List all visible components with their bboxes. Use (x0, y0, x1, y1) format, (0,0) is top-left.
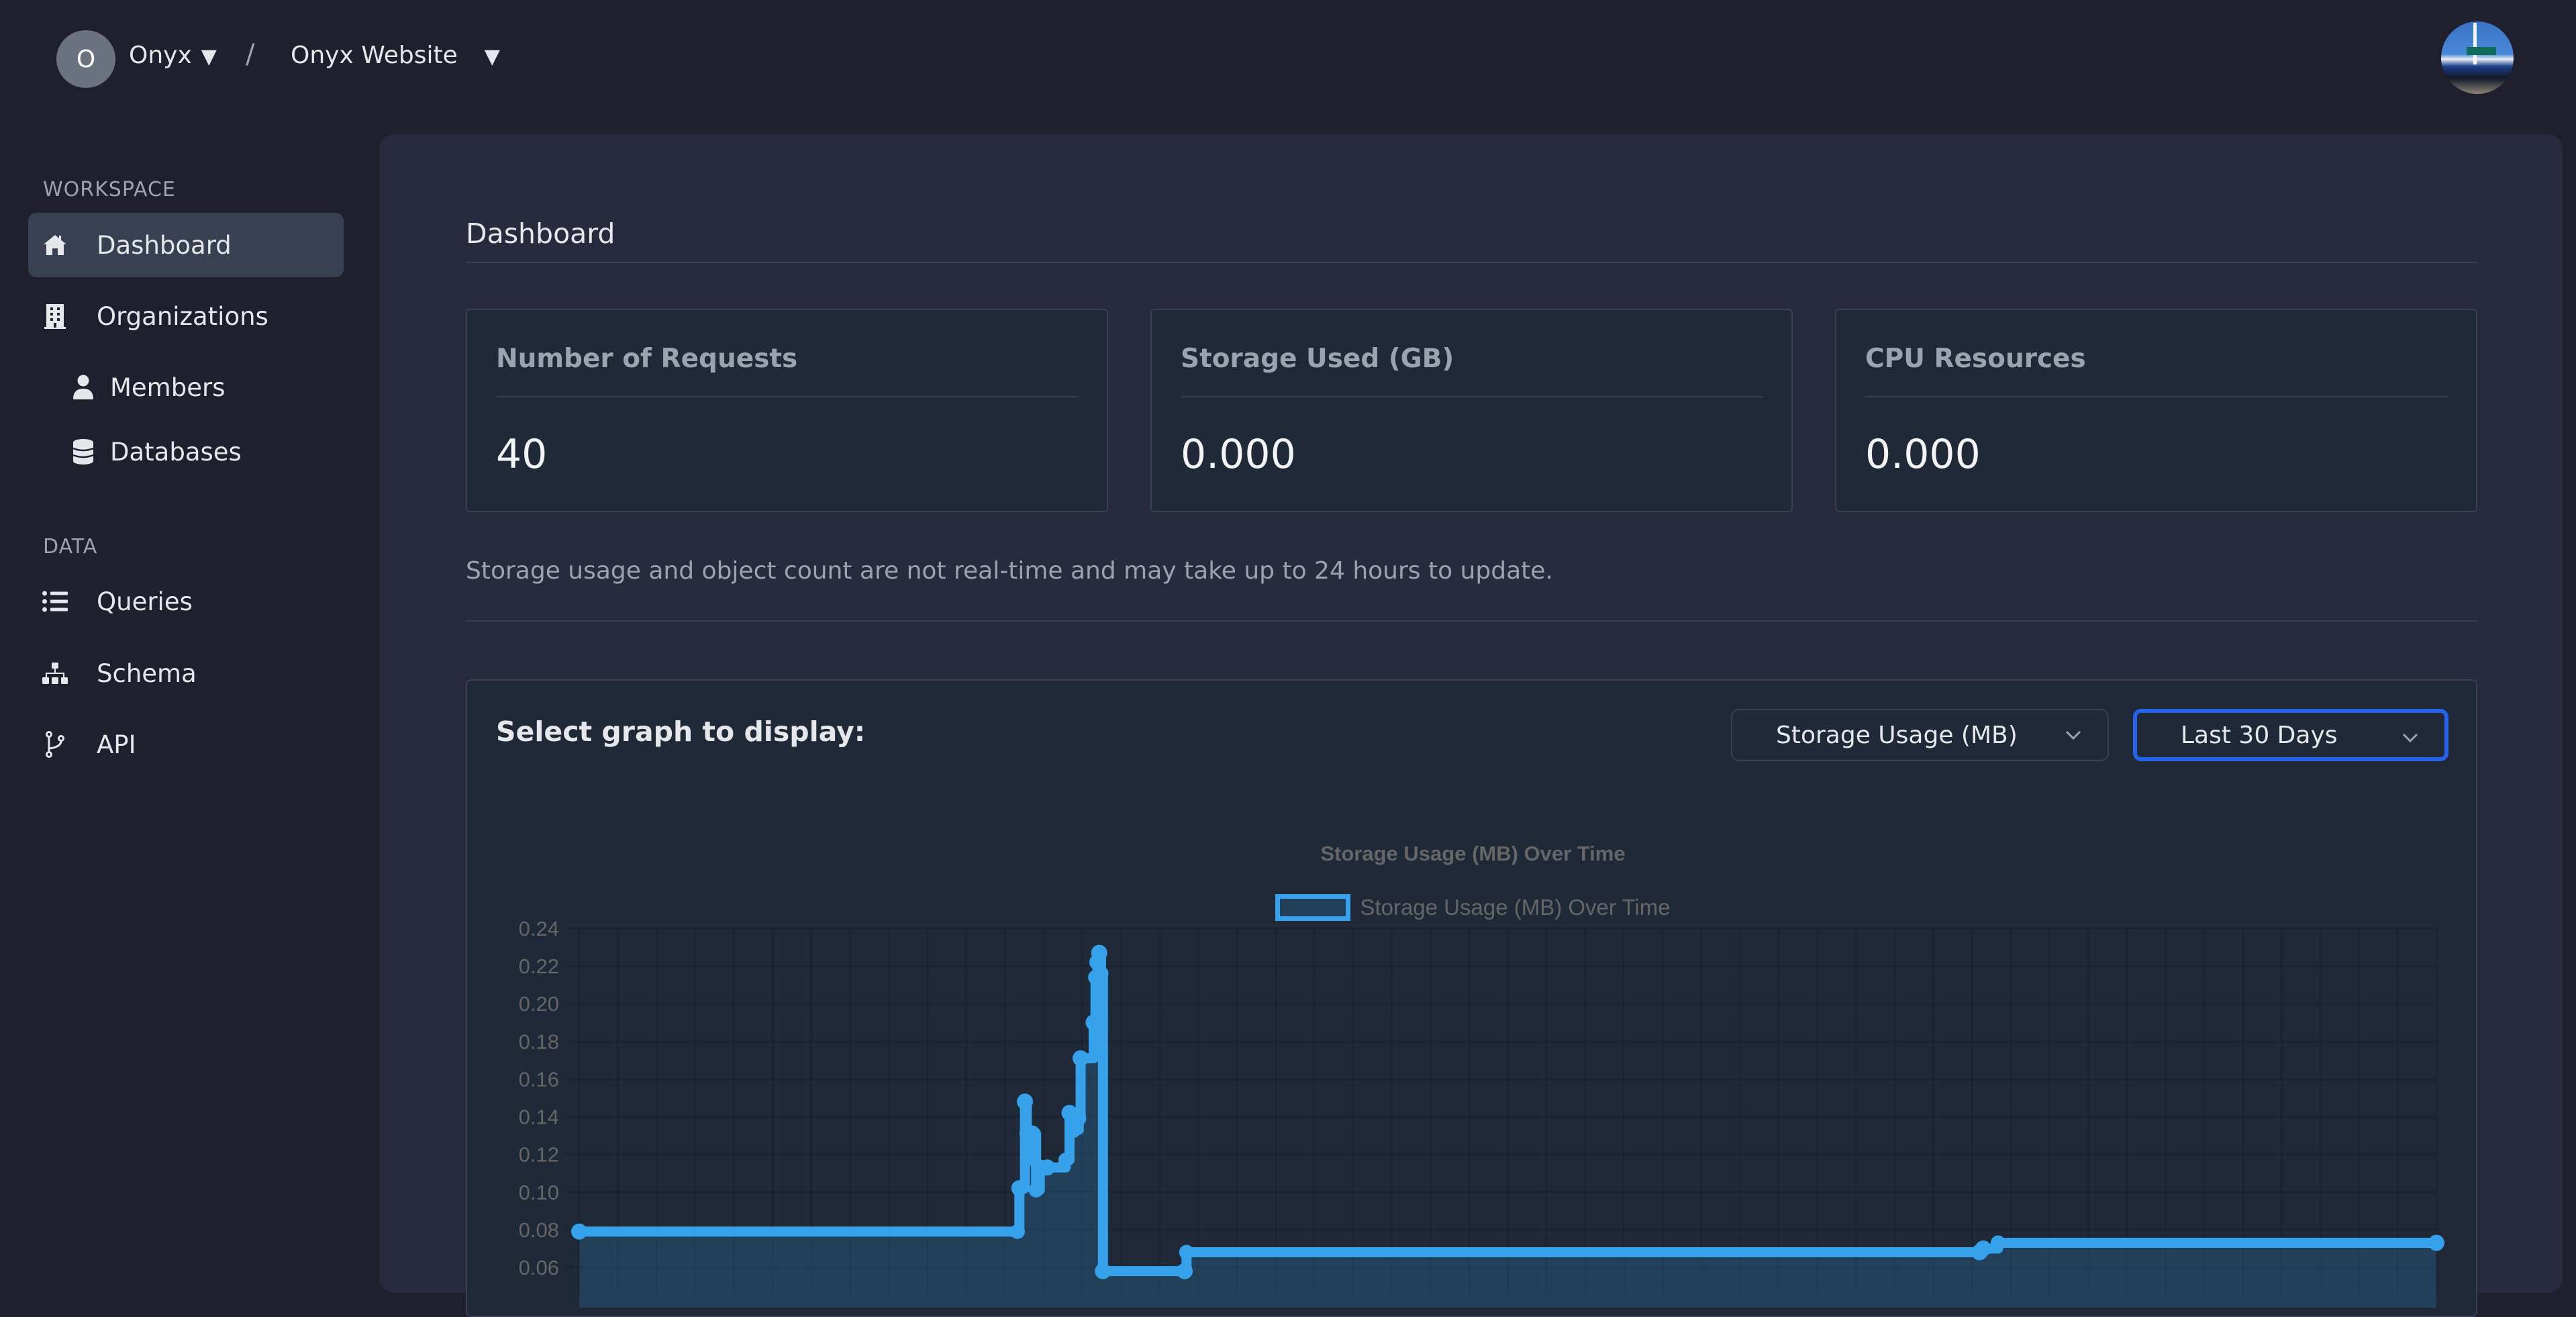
card-value: 40 (496, 431, 548, 478)
data-point[interactable] (1071, 1111, 1087, 1126)
y-tick-label: 0.06 (519, 1256, 559, 1279)
caret-down-icon: ▼ (201, 45, 217, 68)
y-tick-label: 0.22 (519, 955, 559, 978)
section-label-workspace: WORKSPACE (43, 178, 176, 201)
user-avatar[interactable] (2441, 21, 2514, 94)
sidebar-item-label: Members (110, 373, 226, 402)
sidebar-item-schema[interactable]: Schema (28, 641, 344, 705)
card-value: 0.000 (1865, 431, 1981, 478)
sidebar-item-queries[interactable]: Queries (28, 569, 344, 634)
sidebar-item-label: Dashboard (97, 230, 232, 260)
data-point[interactable] (1093, 966, 1109, 981)
org-initial: O (76, 45, 96, 73)
y-tick-label: 0.08 (519, 1218, 559, 1242)
stat-card-requests: Number of Requests 40 (466, 309, 1108, 512)
sidebar-item-label: Schema (97, 658, 197, 688)
y-tick-label: 0.24 (519, 917, 559, 940)
sidebar-item-members[interactable]: Members (28, 355, 344, 420)
card-divider (1181, 396, 1763, 397)
stat-card-cpu: CPU Resources 0.000 (1835, 309, 2477, 512)
avatar-photo-sail (2467, 47, 2496, 55)
sidebar-item-dashboard[interactable]: Dashboard (28, 213, 344, 277)
y-tick-label: 0.18 (519, 1030, 559, 1053)
page-title: Dashboard (466, 217, 615, 250)
project-name: Onyx Website (291, 42, 458, 69)
project-switcher[interactable]: Onyx Website ▼ (291, 42, 500, 69)
graph-panel: Select graph to display: Storage Usage (… (466, 679, 2477, 1317)
sidebar-item-label: Organizations (97, 301, 268, 331)
org-name: Onyx (129, 42, 192, 69)
data-point[interactable] (1091, 944, 1107, 961)
y-tick-label: 0.10 (519, 1181, 559, 1204)
building-icon (42, 303, 68, 330)
y-tick-label: 0.16 (519, 1067, 559, 1091)
card-title: Storage Used (GB) (1181, 344, 1454, 374)
data-point[interactable] (1028, 1182, 1044, 1198)
code-branch-icon (42, 731, 68, 758)
sidebar-item-label: API (97, 730, 136, 759)
section-label-data: DATA (43, 535, 98, 558)
org-switcher[interactable]: Onyx ▼ (129, 42, 217, 69)
data-point[interactable] (1011, 1180, 1028, 1197)
storage-chart: 0.24 0.22 0.20 0.18 0.16 0.14 0.12 0.10 0.08 0.06 (519, 917, 2444, 1308)
sitemap-icon (42, 660, 68, 687)
note-divider (466, 620, 2477, 622)
avatar-photo-mast (2473, 23, 2477, 64)
sidebar-item-label: Queries (97, 587, 193, 616)
y-tick-label: 0.20 (519, 992, 559, 1016)
data-point[interactable] (1073, 1050, 1089, 1067)
data-point[interactable] (1058, 1153, 1073, 1168)
sidebar-item-organizations[interactable]: Organizations (28, 284, 344, 348)
data-point[interactable] (1017, 1093, 1034, 1110)
card-value: 0.000 (1181, 431, 1296, 478)
storage-note: Storage usage and object count are not r… (466, 557, 1553, 585)
data-point[interactable] (1179, 1245, 1194, 1260)
data-point[interactable] (1010, 1224, 1026, 1239)
y-tick-label: 0.12 (519, 1143, 559, 1167)
sidebar: WORKSPACE Dashboard Organizations Member… (0, 128, 379, 1293)
data-point[interactable] (1990, 1235, 2005, 1251)
title-divider (466, 262, 2477, 263)
card-title: CPU Resources (1865, 344, 2086, 374)
card-divider (1865, 396, 2448, 397)
card-divider (496, 396, 1079, 397)
breadcrumb-separator: / (246, 39, 255, 70)
data-point[interactable] (1095, 1263, 1111, 1279)
main-content: Dashboard Number of Requests 40 Storage … (379, 134, 2563, 1317)
y-tick-label: 0.14 (519, 1106, 559, 1129)
sidebar-item-label: Databases (110, 437, 242, 467)
sidebar-item-api[interactable]: API (28, 712, 344, 777)
card-title: Number of Requests (496, 344, 798, 374)
y-axis-ticks: 0.24 0.22 0.20 0.18 0.16 0.14 0.12 0.10 0.08 0.06 (519, 917, 559, 1279)
caret-down-icon: ▼ (484, 45, 500, 68)
data-point[interactable] (1039, 1159, 1056, 1176)
data-point[interactable] (571, 1223, 587, 1240)
stat-card-storage: Storage Used (GB) 0.000 (1150, 309, 1793, 512)
home-icon (42, 232, 68, 258)
org-avatar[interactable]: O (56, 30, 115, 88)
list-icon (42, 588, 68, 615)
data-point[interactable] (1177, 1263, 1193, 1279)
data-point[interactable] (2428, 1234, 2444, 1251)
data-point[interactable] (1024, 1125, 1041, 1142)
sidebar-item-databases[interactable]: Databases (28, 420, 344, 484)
data-point[interactable] (1085, 1014, 1102, 1031)
data-point[interactable] (1975, 1240, 1991, 1257)
user-icon (70, 374, 97, 401)
top-bar: O Onyx ▼ / Onyx Website ▼ (0, 0, 2576, 128)
database-icon (70, 438, 97, 465)
